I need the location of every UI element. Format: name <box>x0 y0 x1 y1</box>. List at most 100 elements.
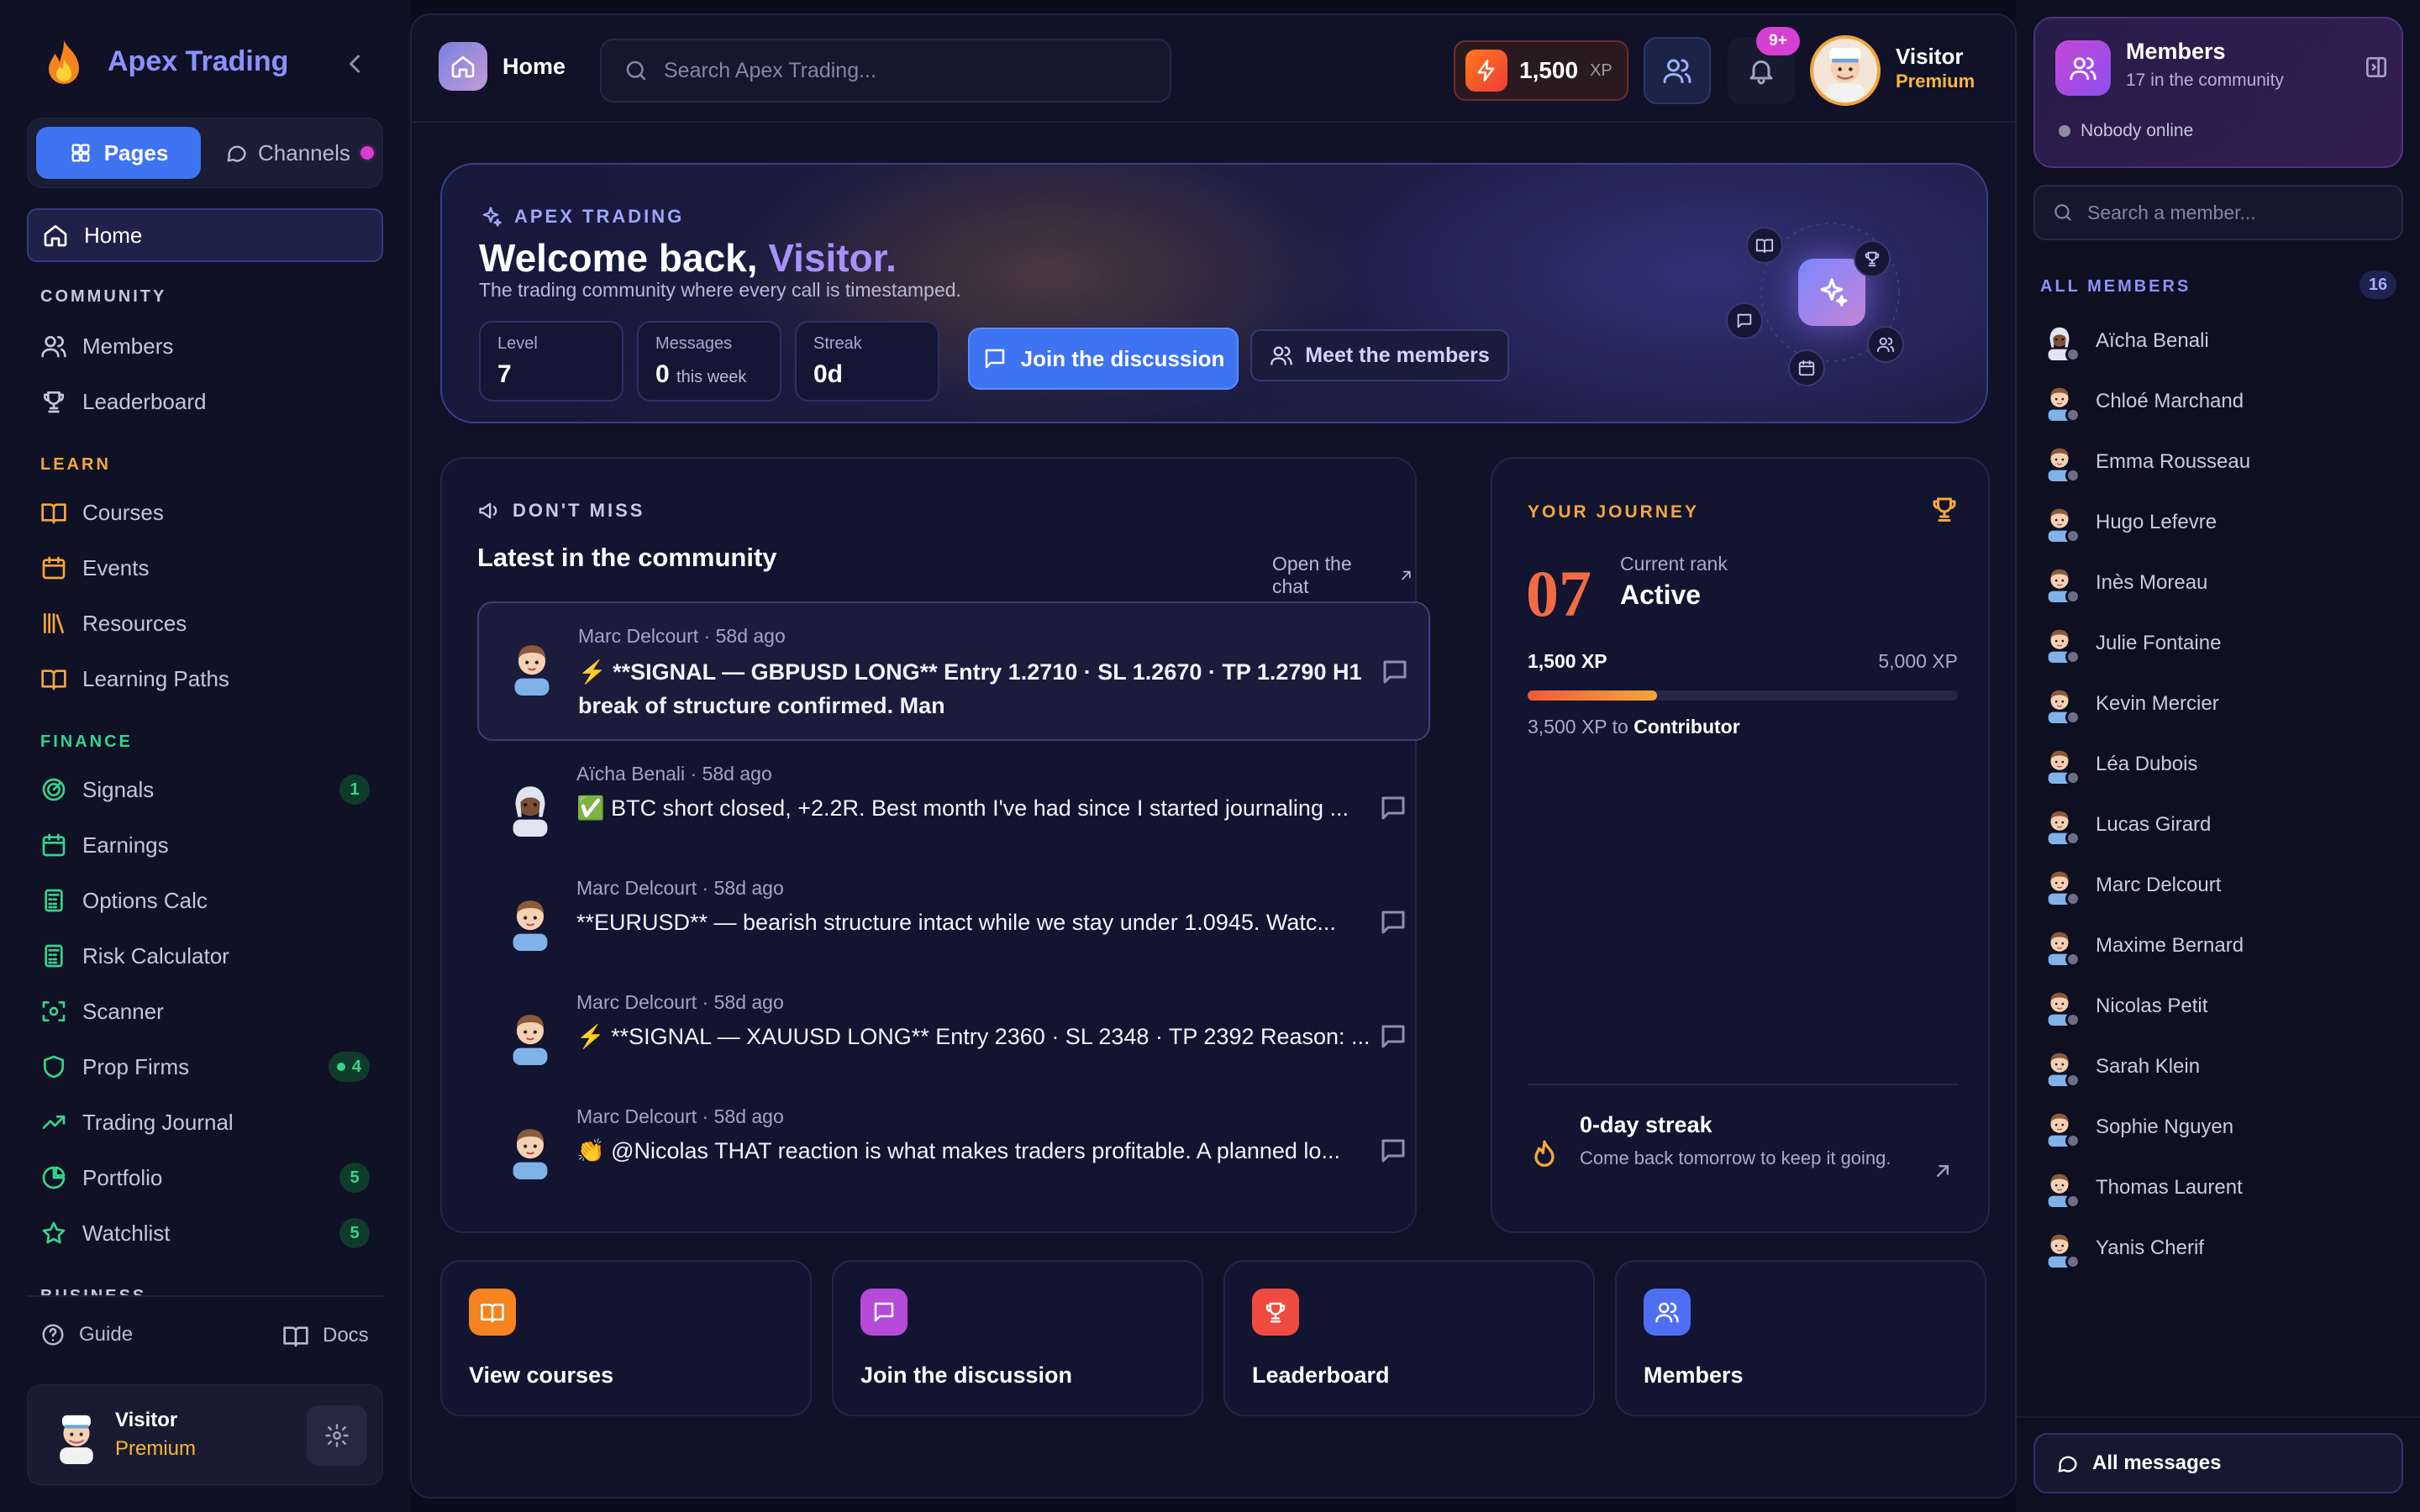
member-row[interactable]: Chloé Marchand <box>2040 380 2244 423</box>
post-item[interactable]: Aïcha Benali · 58d ago ✅ BTC short close… <box>477 754 1430 860</box>
sidebar-item-scanner[interactable]: Scanner <box>27 984 383 1038</box>
next-rank-name: Contributor <box>1634 716 1740 738</box>
member-name: Kevin Mercier <box>2096 692 2219 715</box>
sidebar-item-members[interactable]: Members <box>27 319 383 373</box>
stat-messages: Messages 0 this week <box>637 321 781 402</box>
post-item[interactable]: Marc Delcourt · 58d ago 👏 @Nicolas THAT … <box>477 1097 1430 1203</box>
reply-icon[interactable] <box>1378 1021 1408 1052</box>
rank-value: Active <box>1620 580 1702 610</box>
member-row[interactable]: Kevin Mercier <box>2040 682 2219 726</box>
status-dot <box>2065 528 2081 543</box>
reply-icon[interactable] <box>1378 793 1408 823</box>
reply-icon[interactable] <box>1380 657 1410 687</box>
member-row[interactable]: Inès Moreau <box>2040 561 2207 605</box>
member-row[interactable]: Aïcha Benali <box>2040 319 2209 363</box>
sidebar-item-courses[interactable]: Courses <box>27 486 383 539</box>
sidebar-item-earnings[interactable]: Earnings <box>27 818 383 872</box>
reply-icon[interactable] <box>1378 907 1408 937</box>
join-discussion-button[interactable]: Join the discussion <box>968 328 1239 390</box>
avatar <box>2040 1108 2081 1148</box>
all-members-count: 16 <box>2360 270 2396 299</box>
app-name[interactable]: Apex Trading <box>108 45 288 78</box>
collapse-sidebar-icon[interactable] <box>339 49 370 79</box>
sidebar-item-label: Resources <box>82 610 187 636</box>
stat-label: Streak <box>813 334 862 353</box>
friends-button[interactable] <box>1644 37 1711 104</box>
stat-value: 7 <box>497 360 605 389</box>
tab-channels[interactable]: Channels <box>214 127 376 179</box>
sidebar-item-label: Options Calc <box>82 887 208 913</box>
member-row[interactable]: Marc Delcourt <box>2040 864 2221 907</box>
sidebar-item-leaderboard[interactable]: Leaderboard <box>27 375 383 428</box>
sidebar-item-resources[interactable]: Resources <box>27 596 383 650</box>
member-row[interactable]: Thomas Laurent <box>2040 1166 2243 1210</box>
docs-link[interactable]: Docs <box>282 1322 369 1349</box>
sidebar-item-trading-journal[interactable]: Trading Journal <box>27 1095 383 1149</box>
member-row[interactable]: Sophie Nguyen <box>2040 1105 2233 1149</box>
sidebar-item-signals[interactable]: Signals 1 <box>27 763 383 816</box>
post-item[interactable]: Marc Delcourt · 58d ago ⚡ **SIGNAL — GBP… <box>477 601 1430 741</box>
radar-icon <box>40 776 67 803</box>
sidebar-item-events[interactable]: Events <box>27 541 383 595</box>
hero-tag: APEX TRADING <box>479 205 684 228</box>
journey-card: YOUR JOURNEY 07 Current rank Active 1,50… <box>1491 457 1990 1233</box>
member-row[interactable]: Emma Rousseau <box>2040 440 2250 484</box>
user-plan: Premium <box>1896 71 1975 92</box>
external-arrow-icon[interactable] <box>1931 1159 1954 1183</box>
user-avatar[interactable] <box>1810 35 1881 106</box>
gear-icon <box>324 1423 350 1448</box>
member-row[interactable]: Nicolas Petit <box>2040 984 2207 1028</box>
member-search-input[interactable]: Search a member... <box>2033 185 2403 240</box>
member-row[interactable]: Hugo Lefevre <box>2040 501 2217 544</box>
xp-progress-fill <box>1528 690 1657 701</box>
sidebar-item-options-calc[interactable]: Options Calc <box>27 874 383 927</box>
all-messages-button[interactable]: All messages <box>2033 1433 2403 1494</box>
member-row[interactable]: Maxime Bernard <box>2040 924 2244 968</box>
trophy-icon <box>1854 240 1891 277</box>
section-learn: LEARN <box>40 455 111 474</box>
post-text: 👏 @Nicolas THAT reaction is what makes t… <box>576 1138 1340 1163</box>
meet-members-button[interactable]: Meet the members <box>1250 329 1509 381</box>
tab-pages[interactable]: Pages <box>36 127 201 179</box>
member-row[interactable]: Yanis Cherif <box>2040 1226 2204 1270</box>
quicklink-leaderboard[interactable]: Leaderboard <box>1223 1260 1595 1416</box>
quicklink-discussion[interactable]: Join the discussion <box>832 1260 1203 1416</box>
settings-button[interactable] <box>307 1405 367 1466</box>
profile-card[interactable]: Visitor Premium <box>27 1384 383 1485</box>
online-status: Nobody online <box>2059 121 2193 141</box>
sidebar: Apex Trading Pages Channels Home COMMUNI… <box>0 0 410 1512</box>
avatar <box>48 1405 105 1466</box>
member-row[interactable]: Sarah Klein <box>2040 1045 2200 1089</box>
status-dot <box>2065 1194 2081 1209</box>
post-author: Marc Delcourt <box>576 1105 697 1127</box>
member-row[interactable]: Julie Fontaine <box>2040 622 2221 665</box>
sidebar-item-prop-firms[interactable]: Prop Firms 4 <box>27 1040 383 1094</box>
guide-link[interactable]: Guide <box>40 1322 133 1347</box>
sidebar-item-portfolio[interactable]: Portfolio 5 <box>27 1151 383 1205</box>
message-icon <box>860 1289 908 1336</box>
member-name: Sarah Klein <box>2096 1055 2201 1078</box>
avatar <box>2040 564 2081 604</box>
sidebar-item-watchlist[interactable]: Watchlist 5 <box>27 1206 383 1260</box>
quicklink-label: Members <box>1644 1362 1744 1388</box>
flame-icon <box>1528 1137 1561 1171</box>
reply-icon[interactable] <box>1378 1136 1408 1166</box>
member-row[interactable]: Lucas Girard <box>2040 803 2211 847</box>
member-row[interactable]: Léa Dubois <box>2040 743 2197 786</box>
sidebar-item-home[interactable]: Home <box>27 208 383 262</box>
book-open-icon <box>282 1322 309 1349</box>
post-item[interactable]: Marc Delcourt · 58d ago **EURUSD** — bea… <box>477 869 1430 974</box>
sidebar-item-learning-paths[interactable]: Learning Paths <box>27 652 383 706</box>
close-panel-icon[interactable] <box>2363 54 2390 81</box>
member-name: Lucas Girard <box>2096 813 2212 836</box>
post-item[interactable]: Marc Delcourt · 58d ago ⚡ **SIGNAL — XAU… <box>477 983 1430 1089</box>
member-name: Sophie Nguyen <box>2096 1116 2234 1138</box>
quicklink-courses[interactable]: View courses <box>440 1260 812 1416</box>
search-input[interactable]: Search Apex Trading... <box>600 39 1171 102</box>
search-icon <box>2052 202 2074 223</box>
xp-counter[interactable]: 1,500 XP <box>1454 40 1628 101</box>
quicklink-members[interactable]: Members <box>1615 1260 1986 1416</box>
status-dot <box>2065 1073 2081 1088</box>
sidebar-item-risk-calculator[interactable]: Risk Calculator <box>27 929 383 983</box>
open-chat-link[interactable]: Open the chat <box>1272 553 1415 598</box>
